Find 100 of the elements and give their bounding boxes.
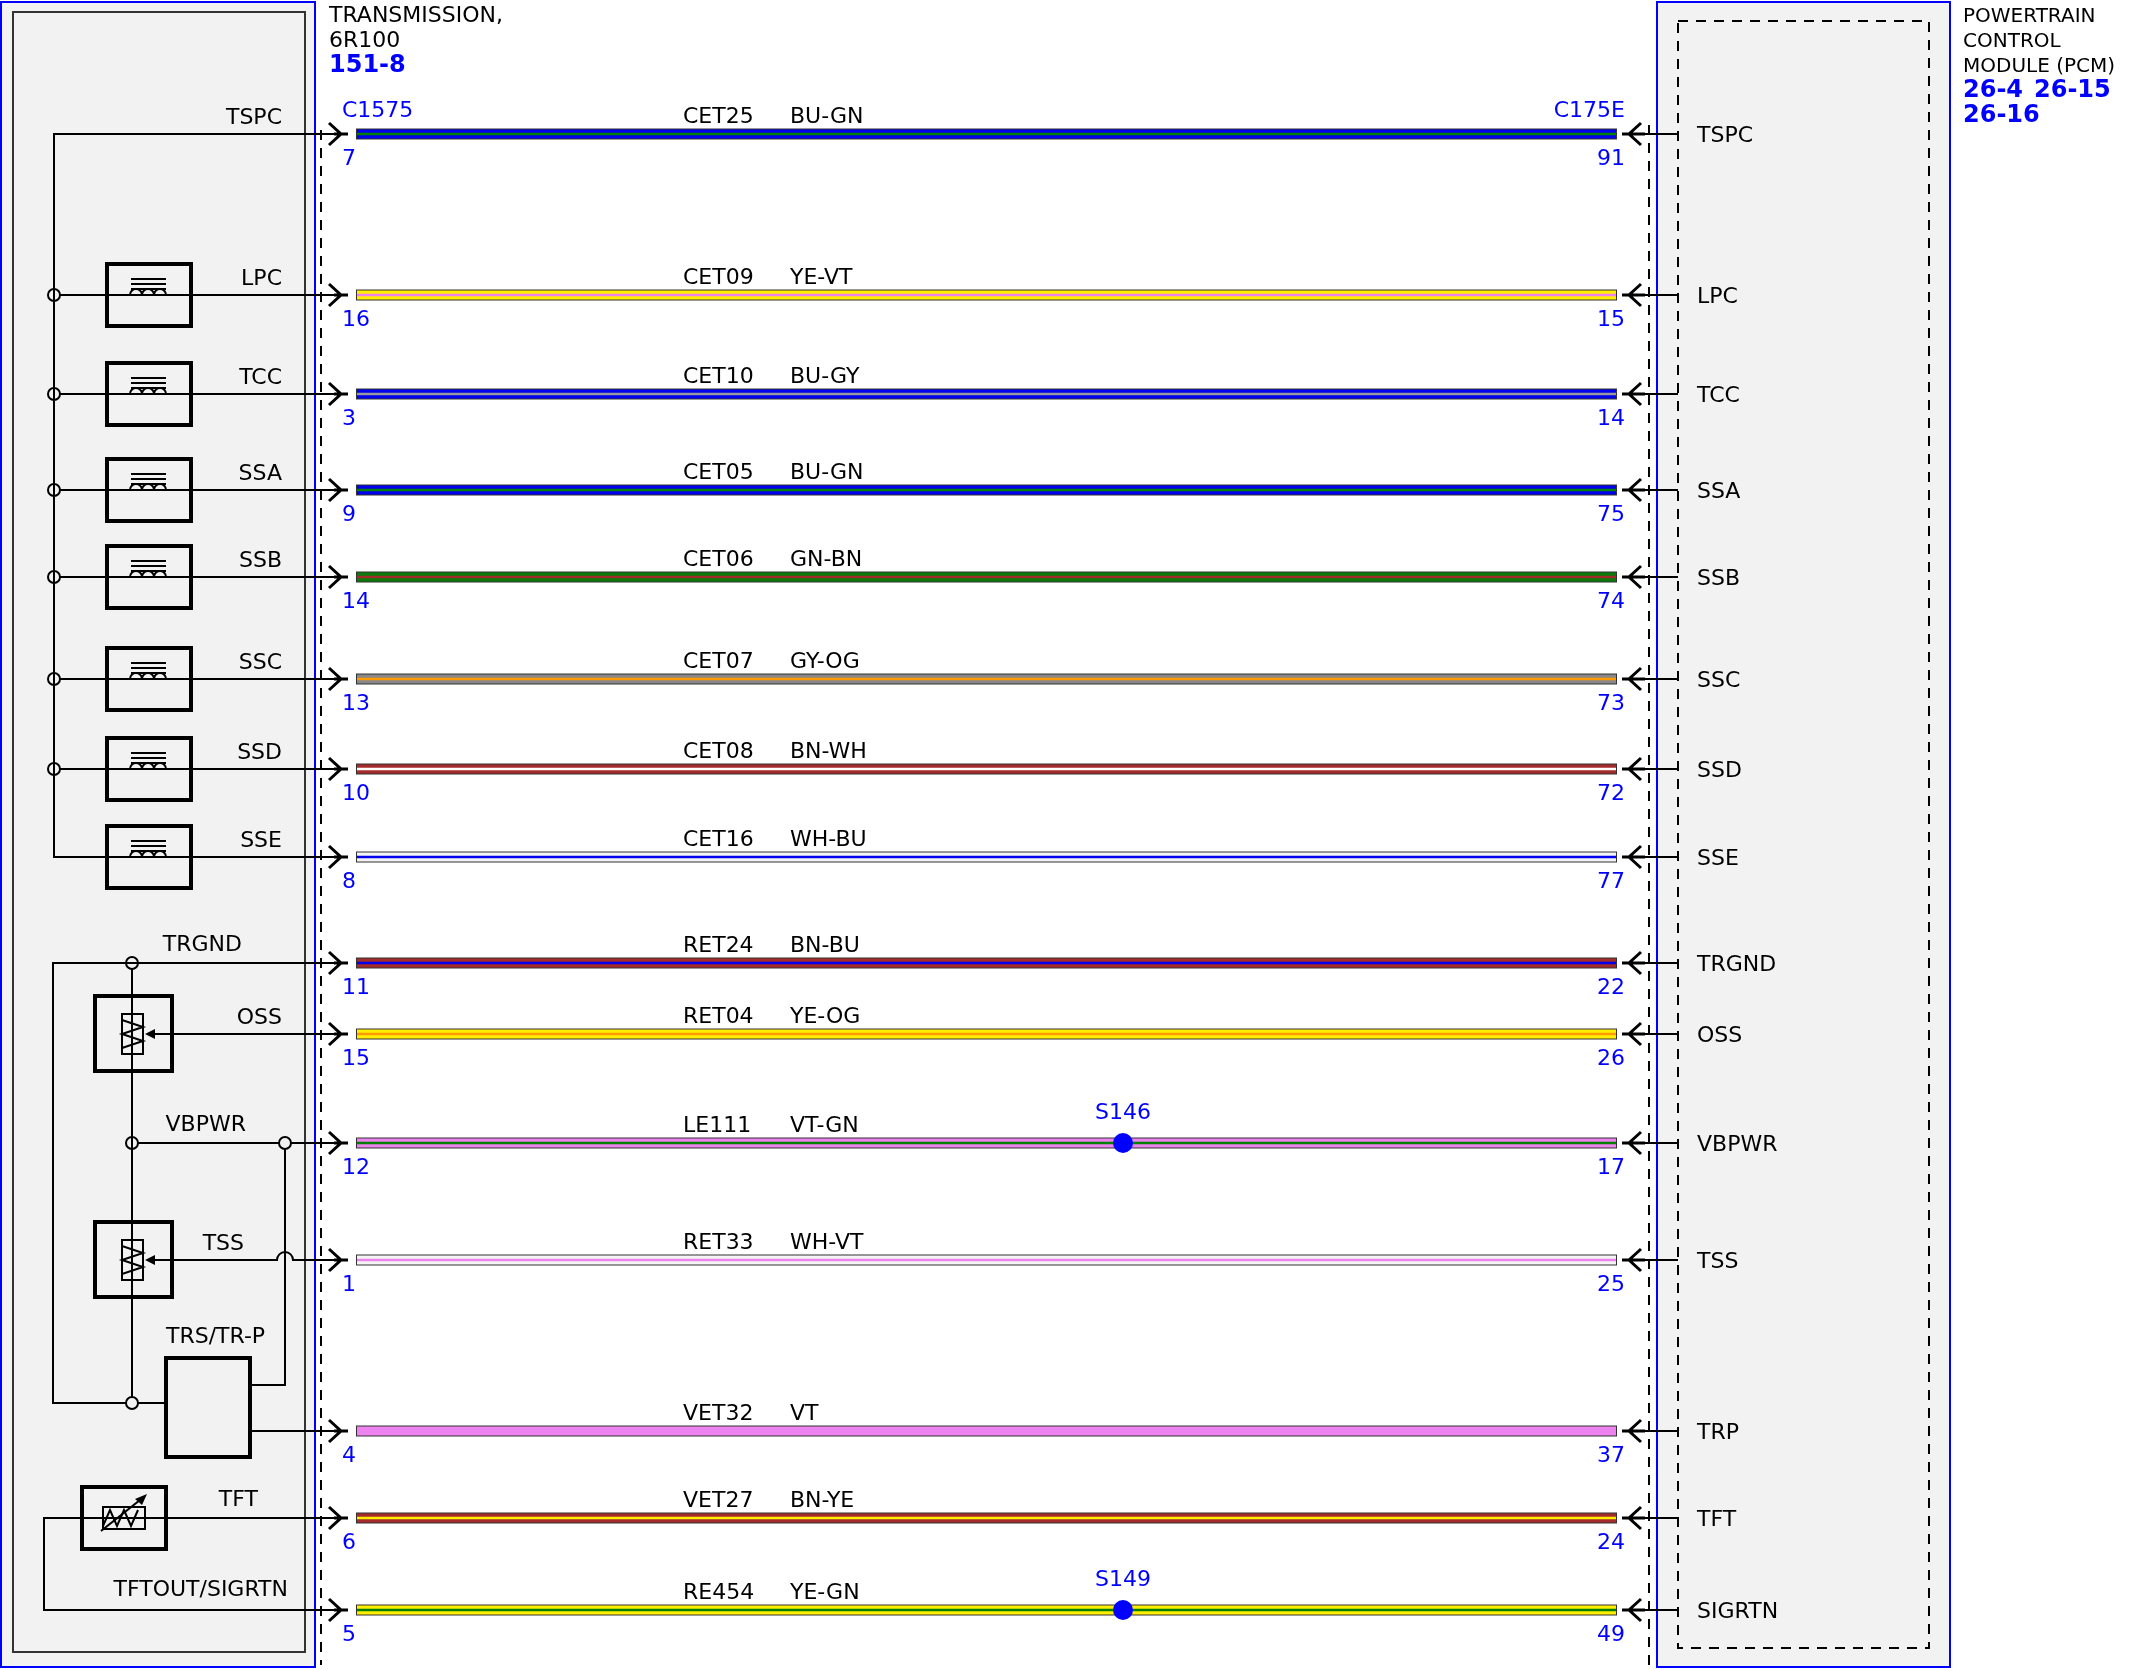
connector-pin-icon bbox=[327, 1247, 350, 1273]
connector-pin-icon bbox=[1620, 282, 1647, 308]
internal-wire bbox=[1644, 768, 1679, 770]
signal-label: VBPWR bbox=[1697, 1131, 1778, 1156]
signal-label: TRS/TR-P bbox=[166, 1323, 266, 1348]
circuit-number: CET16 bbox=[683, 826, 754, 851]
signal-label: LPC bbox=[1697, 283, 1738, 308]
connector-pin-icon bbox=[327, 1021, 350, 1047]
signal-label: TCC bbox=[239, 364, 282, 389]
signal-label: TRP bbox=[1697, 1419, 1739, 1444]
pin-number: 15 bbox=[342, 1045, 370, 1070]
signal-label: SSA bbox=[238, 460, 282, 485]
signal-label: TSS bbox=[202, 1230, 244, 1255]
circuit-number: RET24 bbox=[683, 932, 754, 957]
wire-color-code: GN-BN bbox=[790, 546, 863, 571]
connector-pin-icon bbox=[327, 756, 350, 782]
signal-label: SSD bbox=[1697, 757, 1742, 782]
pin-number: 9 bbox=[342, 501, 356, 526]
pin-number: 6 bbox=[342, 1529, 356, 1554]
pin-number: 73 bbox=[1597, 690, 1625, 715]
wire-color-code: BU-GN bbox=[790, 103, 864, 128]
wire-color-code: WH-BU bbox=[790, 826, 867, 851]
pin-number: 13 bbox=[342, 690, 370, 715]
signal-label: TRGND bbox=[162, 931, 242, 956]
wire-color-code: YE-GN bbox=[790, 1579, 860, 1604]
signal-label: SSB bbox=[1697, 565, 1741, 590]
connector-pin-icon bbox=[327, 282, 350, 308]
pin-number: 15 bbox=[1597, 306, 1625, 331]
internal-wire bbox=[1644, 678, 1679, 680]
wire-color-code: BU-GN bbox=[790, 459, 864, 484]
pin-number: 25 bbox=[1597, 1271, 1625, 1296]
junction-node bbox=[125, 956, 139, 970]
connector-pin-icon bbox=[1620, 1418, 1647, 1444]
circuit-number: CET25 bbox=[683, 103, 754, 128]
pin-number: 14 bbox=[342, 588, 370, 613]
signal-label: VBPWR bbox=[165, 1111, 246, 1136]
page-reference: 26-16 bbox=[1963, 100, 2040, 128]
circuit-number: CET08 bbox=[683, 738, 754, 763]
pin-number: 4 bbox=[342, 1442, 356, 1467]
wire-color-code: VT-GN bbox=[790, 1112, 859, 1137]
connector-pin-icon bbox=[327, 1597, 350, 1623]
signal-label: TRGND bbox=[1697, 951, 1777, 976]
connector-pin-icon bbox=[327, 121, 350, 147]
component-title: TRANSMISSION, bbox=[329, 2, 503, 27]
circuit-number: VET27 bbox=[683, 1487, 754, 1512]
connector-pin-icon bbox=[1620, 756, 1647, 782]
component-title: MODULE (PCM) bbox=[1963, 53, 2116, 77]
connector-pin-icon bbox=[327, 666, 350, 692]
splice-dot bbox=[1113, 1600, 1133, 1620]
pin-number: 91 bbox=[1597, 145, 1625, 170]
wire-color-code: WH-VT bbox=[790, 1229, 864, 1254]
signal-label: TSPC bbox=[1697, 122, 1754, 147]
page-reference: 26-4 bbox=[1963, 75, 2024, 103]
pin-number: 75 bbox=[1597, 501, 1625, 526]
pin-number: 5 bbox=[342, 1621, 356, 1646]
signal-label: LPC bbox=[241, 265, 282, 290]
connector-pin-icon bbox=[1620, 121, 1647, 147]
connector-pin-icon bbox=[1620, 950, 1647, 976]
junction-node bbox=[47, 570, 61, 584]
page-reference: 151-8 bbox=[329, 50, 406, 78]
circuit-number: VET32 bbox=[683, 1400, 754, 1425]
wire-color-code: YE-OG bbox=[790, 1003, 861, 1028]
splice-id: S149 bbox=[1095, 1566, 1151, 1591]
circuit-number: CET09 bbox=[683, 264, 754, 289]
junction-node bbox=[125, 1136, 139, 1150]
junction-node bbox=[278, 1136, 292, 1150]
junction-node bbox=[125, 1396, 139, 1410]
connector-pin-icon bbox=[1620, 1597, 1647, 1623]
connector-pin-icon bbox=[1620, 381, 1647, 407]
signal-label: TFT bbox=[218, 1486, 258, 1511]
signal-label: TSPC bbox=[225, 104, 282, 129]
wire-color-code: BN-WH bbox=[790, 738, 867, 763]
signal-label: TFT bbox=[1697, 1506, 1737, 1531]
wire-color-code: BN-BU bbox=[790, 932, 860, 957]
page-reference: 26-15 bbox=[2034, 75, 2111, 103]
connector-pin-icon bbox=[1620, 564, 1647, 590]
pin-number: 3 bbox=[342, 405, 356, 430]
connector-pin-icon bbox=[327, 844, 350, 870]
signal-label: SSE bbox=[1697, 845, 1739, 870]
pin-number: 1 bbox=[342, 1271, 356, 1296]
circuit-number: CET05 bbox=[683, 459, 754, 484]
signal-label: SSC bbox=[238, 649, 282, 674]
connector-pin-icon bbox=[327, 477, 350, 503]
connector-pin-icon bbox=[1620, 1247, 1647, 1273]
pin-number: 24 bbox=[1597, 1529, 1625, 1554]
connector-pin-icon bbox=[327, 564, 350, 590]
wire-color-code: BU-GY bbox=[790, 363, 860, 388]
wire-color-code: VT bbox=[790, 1400, 819, 1425]
circuit-number: RET04 bbox=[683, 1003, 754, 1028]
connector-pin-icon bbox=[1620, 1505, 1647, 1531]
component-title: CONTROL bbox=[1963, 28, 2061, 52]
connector-pin-icon bbox=[1620, 844, 1647, 870]
circuit-number: LE111 bbox=[683, 1112, 752, 1137]
signal-label: TCC bbox=[1697, 382, 1740, 407]
connector-pin-icon bbox=[1620, 1021, 1647, 1047]
connector-pin-icon bbox=[1620, 666, 1647, 692]
pin-number: 49 bbox=[1597, 1621, 1625, 1646]
pin-number: 72 bbox=[1597, 780, 1625, 805]
signal-label: TFTOUT/SIGRTN bbox=[113, 1576, 288, 1601]
signal-label: SSB bbox=[238, 547, 282, 572]
